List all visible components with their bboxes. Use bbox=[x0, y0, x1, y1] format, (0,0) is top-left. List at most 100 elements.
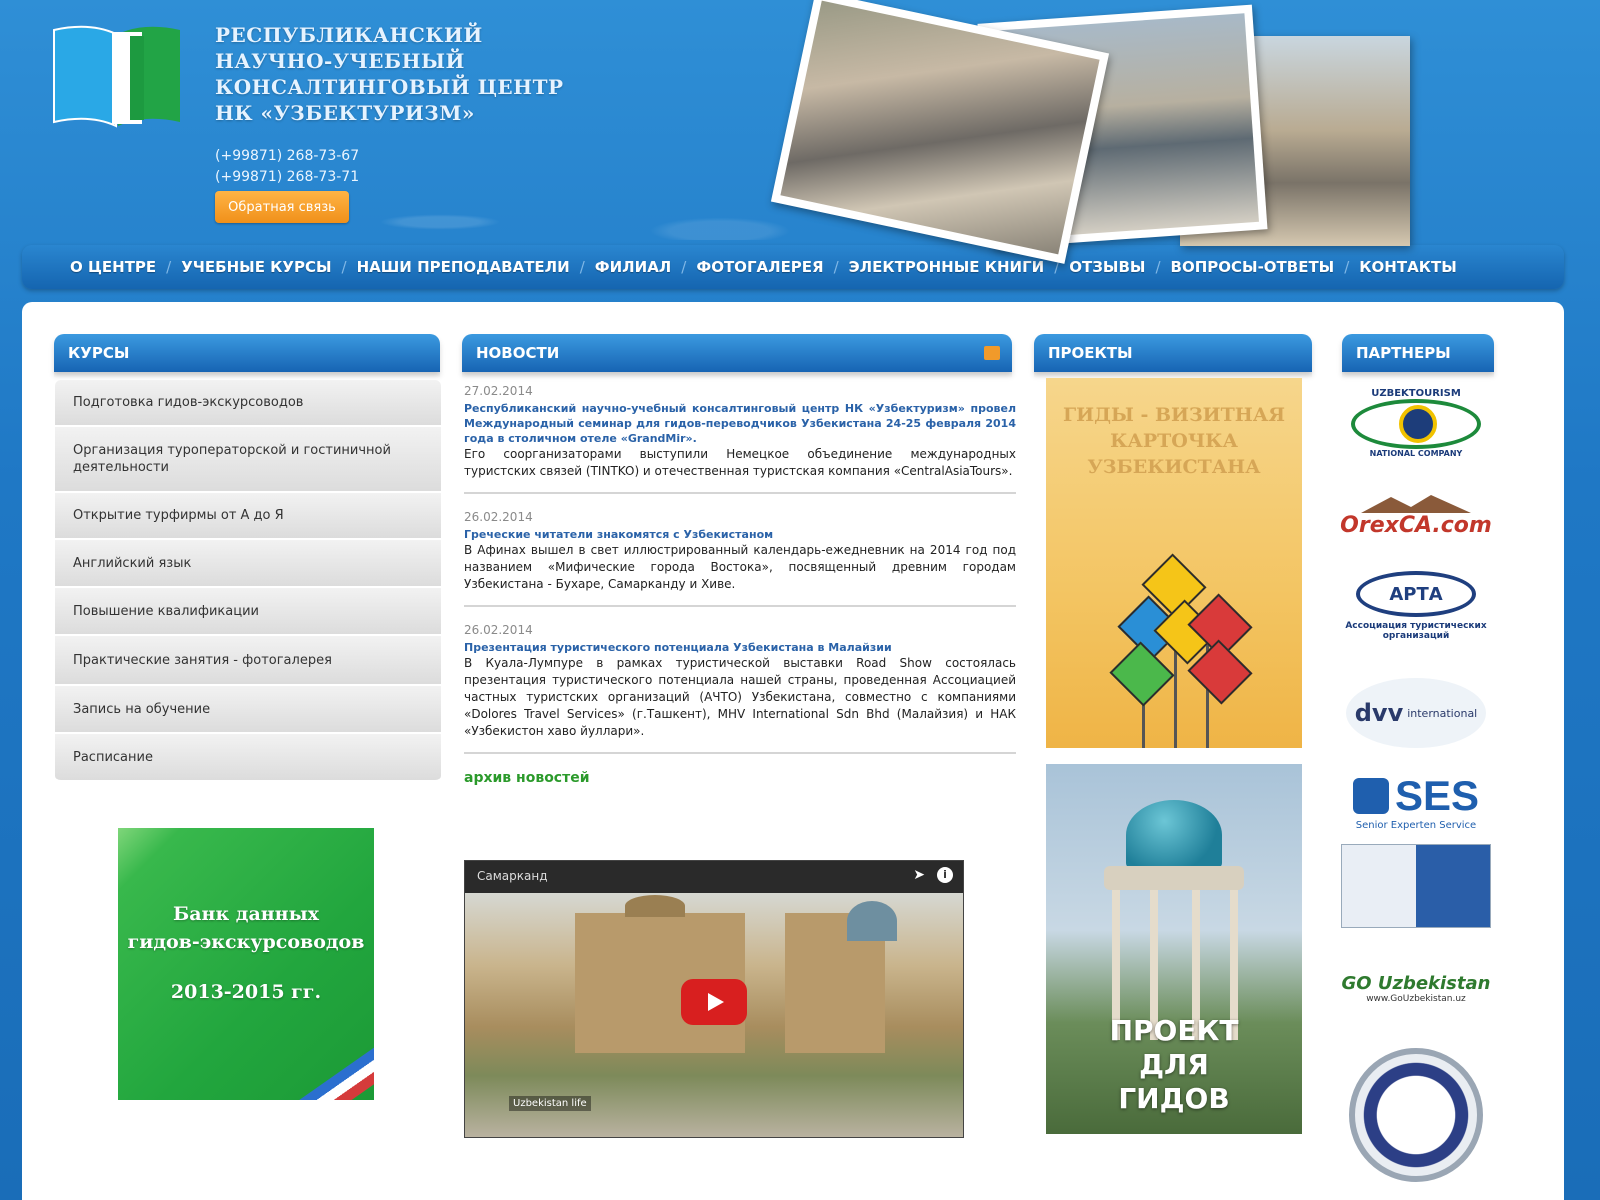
partner-uzbektourism[interactable]: UZBEKTOURISM NATIONAL COMPANY bbox=[1340, 380, 1492, 466]
uzbektourism-logo-icon bbox=[1351, 399, 1481, 449]
video-watermark: Uzbekistan life bbox=[509, 1096, 591, 1111]
news-archive-link[interactable]: архив новостей bbox=[464, 770, 1016, 786]
news-date: 27.02.2014 bbox=[464, 384, 533, 398]
news-date: 26.02.2014 bbox=[464, 510, 533, 524]
phone-number: (+99871) 268-73-71 bbox=[215, 169, 360, 185]
nav-item-contacts[interactable]: КОНТАКТЫ bbox=[1359, 258, 1456, 276]
course-item-practice-gallery[interactable]: Практические занятия - фотогалерея bbox=[55, 636, 441, 686]
partners-title: ПАРТНЕРЫ bbox=[1356, 344, 1451, 362]
project-guides-business-card[interactable]: ГИДЫ - ВИЗИТНАЯ КАРТОЧКА УЗБЕКИСТАНА bbox=[1046, 378, 1302, 748]
guides-database-banner[interactable]: Банк данных гидов-экскурсоводов 2013-201… bbox=[118, 828, 374, 1100]
projects-header: ПРОЕКТЫ bbox=[1034, 334, 1312, 378]
nav-item-photo-gallery[interactable]: ФОТОГАЛЕРЕЯ bbox=[696, 258, 823, 276]
ses-logo-text: SES bbox=[1394, 771, 1480, 819]
nav-item-reviews[interactable]: ОТЗЫВЫ bbox=[1069, 258, 1145, 276]
news-item: 26.02.2014 Презентация туристического по… bbox=[464, 623, 1016, 754]
video-player[interactable]: Самарканд ➤ i Uzbekistan life bbox=[464, 860, 964, 1138]
info-icon[interactable]: i bbox=[937, 867, 953, 883]
book-title-line: УЗБЕКИСТАНА bbox=[1087, 456, 1261, 478]
mountain-icon bbox=[1361, 494, 1471, 513]
nav-item-ebooks[interactable]: ЭЛЕКТРОННЫЕ КНИГИ bbox=[849, 258, 1045, 276]
org-name-line: КОНСАЛТИНГОВЫЙ ЦЕНТР bbox=[215, 75, 564, 99]
news-headline-link[interactable]: Греческие читатели знакомятся с Узбекист… bbox=[464, 527, 1016, 542]
courses-header: КУРСЫ bbox=[54, 334, 440, 378]
flag-ribbon bbox=[286, 1040, 374, 1100]
partner-label: UZBEKTOURISM bbox=[1371, 388, 1461, 399]
orexca-logo-text: OrexCA.com bbox=[1340, 512, 1492, 538]
apta-logo-icon: АРТА bbox=[1356, 571, 1476, 617]
phone-numbers: (+99871) 268-73-67 (+99871) 268-73-71 bbox=[215, 146, 359, 188]
nav-item-faq[interactable]: ВОПРОСЫ-ОТВЕТЫ bbox=[1171, 258, 1335, 276]
partner-label: Ассоциация туристических организаций bbox=[1345, 621, 1487, 641]
road-sign-icon bbox=[1109, 641, 1175, 707]
partner-apta[interactable]: АРТА Ассоциация туристических организаци… bbox=[1340, 564, 1492, 648]
news-list: 27.02.2014 Республиканский научно-учебны… bbox=[464, 384, 1016, 786]
news-text: В Афинах вышел в свет иллюстрированный к… bbox=[464, 543, 1016, 591]
book-title: ГИДЫ - ВИЗИТНАЯ КАРТОЧКА УЗБЕКИСТАНА bbox=[1046, 402, 1302, 480]
play-button-icon[interactable] bbox=[681, 979, 747, 1025]
madrasa-dome bbox=[847, 901, 897, 941]
share-icon[interactable]: ➤ bbox=[913, 867, 925, 883]
news-text: Его соорганизаторами выступили Немецкое … bbox=[464, 447, 1016, 478]
course-item-english[interactable]: Английский язык bbox=[55, 540, 441, 588]
nav-separator: / bbox=[1155, 258, 1161, 276]
dvv-logo-icon: dvv international bbox=[1346, 678, 1486, 748]
logo-book-door-icon[interactable] bbox=[50, 22, 185, 130]
nav-item-teachers[interactable]: НАШИ ПРЕПОДАВАТЕЛИ bbox=[357, 258, 570, 276]
news-item: 27.02.2014 Республиканский научно-учебны… bbox=[464, 384, 1016, 494]
course-item-qualification[interactable]: Повышение квалификации bbox=[55, 588, 441, 636]
book-title-line: КАРТОЧКА bbox=[1110, 430, 1238, 452]
nav-separator: / bbox=[166, 258, 172, 276]
go-uzbekistan-url: www.GoUzbekistan.uz bbox=[1366, 993, 1466, 1004]
pavilion-dome bbox=[1126, 800, 1222, 870]
nav-separator: / bbox=[1344, 258, 1350, 276]
project-text-line: ПРОЕКТ bbox=[1109, 1014, 1239, 1047]
site-header: РЕСПУБЛИКАНСКИЙ НАУЧНО-УЧЕБНЫЙ КОНСАЛТИН… bbox=[0, 0, 1600, 264]
main-navigation: О ЦЕНТРЕ / УЧЕБНЫЕ КУРСЫ / НАШИ ПРЕПОДАВ… bbox=[22, 245, 1564, 289]
news-text: В Куала-Лумпуре в рамках туристической в… bbox=[464, 656, 1016, 738]
org-name-line: РЕСПУБЛИКАНСКИЙ bbox=[215, 23, 483, 47]
partner-orexca[interactable]: OrexCA.com bbox=[1340, 486, 1492, 546]
nav-separator: / bbox=[681, 258, 687, 276]
partner-ses[interactable]: SES Senior Experten Service bbox=[1340, 768, 1492, 834]
dvv-logo-text: dvv bbox=[1354, 699, 1404, 727]
guides-banner-title: Банк данных гидов-экскурсоводов bbox=[118, 900, 374, 956]
project-for-guides-text: ПРОЕКТ ДЛЯ ГИДОВ bbox=[1046, 1014, 1302, 1116]
nav-item-branch[interactable]: ФИЛИАЛ bbox=[595, 258, 672, 276]
nav-separator: / bbox=[341, 258, 347, 276]
partners-header: ПАРТНЕРЫ bbox=[1342, 334, 1494, 378]
book-title-line: ГИДЫ - ВИЗИТНАЯ bbox=[1063, 404, 1285, 426]
ses-logo-icon bbox=[1352, 777, 1389, 814]
project-for-guides[interactable]: ПРОЕКТ ДЛЯ ГИДОВ bbox=[1046, 764, 1302, 1134]
partner-tashkent-university[interactable] bbox=[1340, 844, 1492, 928]
course-item-open-travel-agency[interactable]: Открытие турфирмы от А до Я bbox=[55, 493, 441, 540]
news-headline-link[interactable]: Республиканский научно-учебный консалтин… bbox=[464, 401, 1016, 446]
project-text-line: ГИДОВ bbox=[1118, 1082, 1230, 1115]
rss-icon[interactable] bbox=[984, 346, 1000, 360]
news-header: НОВОСТИ bbox=[462, 334, 1012, 378]
org-name-line: НАУЧНО-УЧЕБНЫЙ bbox=[215, 49, 465, 73]
course-item-schedule[interactable]: Расписание bbox=[55, 734, 441, 782]
nav-item-about[interactable]: О ЦЕНТРЕ bbox=[70, 258, 156, 276]
news-headline-link[interactable]: Презентация туристического потенциала Уз… bbox=[464, 640, 1016, 655]
nav-separator: / bbox=[833, 258, 839, 276]
madrasa-dome bbox=[625, 895, 685, 917]
feedback-button[interactable]: Обратная связь bbox=[215, 191, 349, 223]
guides-banner-line: Банк данных bbox=[173, 903, 319, 925]
course-item-guide-training[interactable]: Подготовка гидов-экскурсоводов bbox=[55, 380, 441, 427]
partner-seal[interactable] bbox=[1340, 1048, 1492, 1182]
courses-list: Подготовка гидов-экскурсоводов Организац… bbox=[55, 380, 441, 782]
video-title: Самарканд bbox=[477, 869, 548, 883]
partner-go-uzbekistan[interactable]: GO Uzbekistan www.GoUzbekistan.uz bbox=[1340, 950, 1492, 1026]
course-item-tour-operator[interactable]: Организация туроператорской и гостинично… bbox=[55, 427, 441, 493]
partner-dvv[interactable]: dvv international bbox=[1340, 674, 1492, 752]
phone-number: (+99871) 268-73-67 bbox=[215, 148, 360, 164]
guides-banner-line: гидов-экскурсоводов bbox=[127, 931, 365, 953]
project-text-line: ДЛЯ bbox=[1139, 1048, 1209, 1081]
course-item-enrollment[interactable]: Запись на обучение bbox=[55, 686, 441, 734]
go-uzbekistan-logo-text: GO Uzbekistan bbox=[1341, 972, 1491, 994]
news-item: 26.02.2014 Греческие читатели знакомятся… bbox=[464, 510, 1016, 607]
nav-item-courses[interactable]: УЧЕБНЫЕ КУРСЫ bbox=[181, 258, 331, 276]
seal-logo-icon bbox=[1349, 1048, 1483, 1182]
nav-separator: / bbox=[579, 258, 585, 276]
